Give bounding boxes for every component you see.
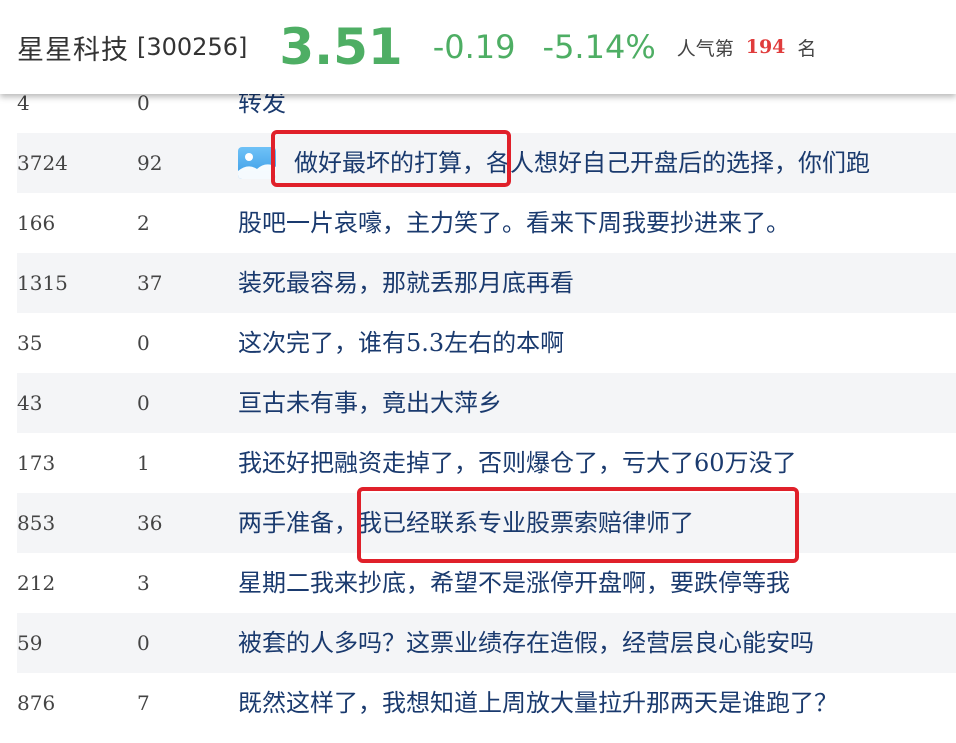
read-count: 212: [17, 571, 56, 595]
comment-count: 36: [137, 511, 163, 535]
post-row: 1315 37 装死最容易，那就丢那月底再看: [17, 253, 956, 313]
price-change: -0.19: [432, 28, 516, 66]
post-title[interactable]: 星期二我来抄底，希望不是涨停开盘啊，要跌停等我: [238, 553, 790, 613]
post-row: 212 3 星期二我来抄底，希望不是涨停开盘啊，要跌停等我: [17, 553, 956, 613]
comment-count: 37: [137, 271, 163, 295]
post-title[interactable]: 股吧一片哀嚎，主力笑了。看来下周我要抄进来了。: [238, 193, 790, 253]
post-row: 853 36 两手准备，我已经联系专业股票索赔律师了: [17, 493, 956, 553]
post-title-text[interactable]: 星期二我来抄底，希望不是涨停开盘啊，要跌停等我: [238, 553, 790, 613]
post-row: 43 0 亘古未有事，竟出大萍乡: [17, 373, 956, 433]
comment-count: 2: [137, 211, 150, 235]
post-title-text[interactable]: 既然这样了，我想知道上周放大量拉升那两天是谁跑了？: [238, 673, 838, 733]
post-title[interactable]: 装死最容易，那就丢那月底再看: [238, 253, 574, 313]
post-title-text[interactable]: 被套的人多吗？这票业绩存在造假，经营层良心能安吗: [238, 613, 814, 673]
post-title[interactable]: 两手准备，我已经联系专业股票索赔律师了: [238, 493, 694, 553]
post-row: 3724 92 做好最坏的打算，各人想好自己开盘后的选择，你们跑: [17, 133, 956, 193]
post-row: 876 7 既然这样了，我想知道上周放大量拉升那两天是谁跑了？: [17, 673, 956, 733]
stock-code: [300256]: [137, 33, 248, 61]
stock-header: 星星科技 [300256] 3.51 -0.19 -5.14% 人气第 194 …: [0, 0, 956, 94]
post-title[interactable]: 既然这样了，我想知道上周放大量拉升那两天是谁跑了？: [238, 673, 838, 733]
post-row: 166 2 股吧一片哀嚎，主力笑了。看来下周我要抄进来了。: [17, 193, 956, 253]
read-count: 43: [17, 391, 43, 415]
stock-name[interactable]: 星星科技: [17, 28, 129, 67]
price-change-percent: -5.14%: [542, 28, 656, 66]
popularity-label: 人气第: [676, 37, 734, 60]
post-title[interactable]: 我还好把融资走掉了，否则爆仓了，亏大了60万没了: [238, 433, 797, 493]
post-title[interactable]: 做好最坏的打算，各人想好自己开盘后的选择，你们跑: [238, 133, 870, 193]
comment-count: 0: [137, 391, 150, 415]
post-title-text[interactable]: 这次完了，谁有5.3左右的本啊: [238, 313, 564, 373]
image-icon: [238, 147, 276, 179]
post-row: 59 0 被套的人多吗？这票业绩存在造假，经营层良心能安吗: [17, 613, 956, 673]
read-count: 166: [17, 211, 56, 235]
post-row: 35 0 这次完了，谁有5.3左右的本啊: [17, 313, 956, 373]
comment-count: 7: [137, 691, 150, 715]
post-title-text[interactable]: 股吧一片哀嚎，主力笑了。看来下周我要抄进来了。: [238, 193, 790, 253]
read-count: 59: [17, 631, 43, 655]
popularity-suffix: 名: [797, 37, 817, 60]
comment-count: 92: [137, 151, 163, 175]
popularity-rank[interactable]: 194: [746, 36, 786, 58]
comment-count: 0: [137, 331, 150, 355]
post-title[interactable]: 这次完了，谁有5.3左右的本啊: [238, 313, 564, 373]
post-title[interactable]: 被套的人多吗？这票业绩存在造假，经营层良心能安吗: [238, 613, 814, 673]
read-count: 35: [17, 331, 43, 355]
post-list: 4 0 转发 3724 92 做好最坏的打算，各人想好自己开盘后的选择，你们跑 …: [0, 73, 956, 733]
comment-count: 3: [137, 571, 150, 595]
post-title-text[interactable]: 我还好把融资走掉了，否则爆仓了，亏大了60万没了: [238, 433, 797, 493]
read-count: 173: [17, 451, 56, 475]
read-count: 876: [17, 691, 56, 715]
stock-price: 3.51: [279, 18, 403, 76]
post-title[interactable]: 亘古未有事，竟出大萍乡: [238, 373, 502, 433]
post-title-text[interactable]: 亘古未有事，竟出大萍乡: [238, 373, 502, 433]
comment-count: 1: [137, 451, 150, 475]
read-count: 1315: [17, 271, 68, 295]
post-title-text[interactable]: 做好最坏的打算，各人想好自己开盘后的选择，你们跑: [294, 133, 870, 193]
post-row: 173 1 我还好把融资走掉了，否则爆仓了，亏大了60万没了: [17, 433, 956, 493]
read-count: 3724: [17, 151, 68, 175]
post-title-text[interactable]: 装死最容易，那就丢那月底再看: [238, 253, 574, 313]
post-title-text[interactable]: 两手准备，我已经联系专业股票索赔律师了: [238, 493, 694, 553]
read-count: 853: [17, 511, 56, 535]
comment-count: 0: [137, 631, 150, 655]
